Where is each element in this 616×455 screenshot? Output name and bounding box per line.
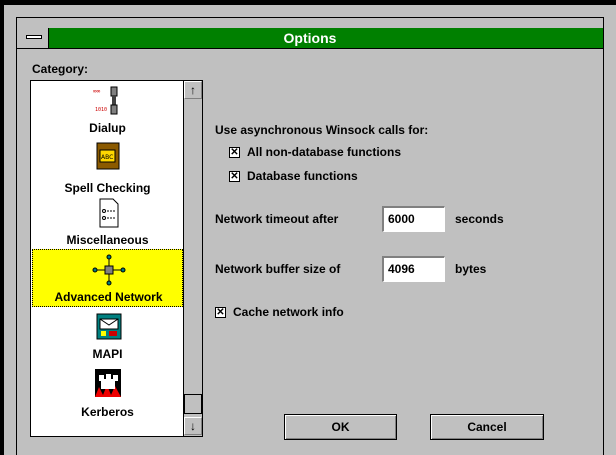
abc-book-icon: ABC bbox=[96, 142, 120, 170]
mapi-icon bbox=[96, 313, 122, 340]
category-label-kerberos: Kerberos bbox=[81, 405, 134, 419]
cancel-button[interactable]: Cancel bbox=[430, 414, 544, 440]
modem-icon: ∞∞ 1010 bbox=[93, 86, 118, 115]
system-menu-button[interactable] bbox=[17, 28, 49, 48]
buffer-input[interactable]: 4096 bbox=[382, 256, 445, 282]
title-bar[interactable]: Options bbox=[17, 28, 603, 49]
category-label-miscellaneous: Miscellaneous bbox=[66, 233, 149, 247]
system-menu-icon bbox=[26, 35, 42, 39]
document-icon bbox=[99, 198, 119, 228]
checkbox-all-non-database[interactable]: ✕ bbox=[229, 147, 240, 158]
option-all-non-database[interactable]: ✕ All non-database functions bbox=[229, 145, 469, 161]
category-item-miscellaneous[interactable]: Miscellaneous bbox=[32, 193, 183, 249]
option-all-non-database-label: All non-database functions bbox=[247, 145, 402, 159]
svg-text:ABC: ABC bbox=[101, 154, 113, 161]
svg-text:∞∞: ∞∞ bbox=[93, 88, 101, 95]
kerberos-dog-icon bbox=[95, 369, 121, 397]
category-label-dialup: Dialup bbox=[89, 121, 126, 135]
category-label-mapi: MAPI bbox=[92, 347, 123, 361]
buffer-label: Network buffer size of bbox=[215, 262, 341, 276]
arrow-up-icon: ↑ bbox=[190, 83, 196, 97]
category-label-advanced-network: Advanced Network bbox=[54, 290, 163, 304]
checkbox-cache-network-info[interactable]: ✕ bbox=[215, 307, 226, 318]
category-label: Category: bbox=[32, 62, 89, 76]
category-item-spell-checking[interactable]: ABC Spell Checking bbox=[32, 137, 183, 195]
option-database-functions[interactable]: ✕ Database functions bbox=[229, 169, 429, 185]
category-list[interactable]: ∞∞ 1010 Dialup ABC Spell Checking Miscel… bbox=[30, 80, 203, 437]
scroll-thumb[interactable] bbox=[184, 394, 202, 414]
category-item-advanced-network[interactable]: Advanced Network bbox=[32, 249, 183, 307]
arrow-down-icon: ↓ bbox=[190, 419, 196, 433]
scroll-down-button[interactable]: ↓ bbox=[184, 417, 202, 435]
checkbox-database-functions[interactable]: ✕ bbox=[229, 171, 240, 182]
option-cache-network-info[interactable]: ✕ Cache network info bbox=[215, 305, 415, 321]
winsock-heading: Use asynchronous Winsock calls for: bbox=[215, 123, 429, 137]
window-title: Options bbox=[283, 30, 337, 46]
category-scrollbar[interactable]: ↑ ↓ bbox=[183, 81, 202, 436]
svg-text:1010: 1010 bbox=[95, 107, 107, 113]
network-icon bbox=[92, 254, 126, 286]
option-database-functions-label: Database functions bbox=[247, 169, 358, 183]
buffer-unit: bytes bbox=[455, 262, 487, 276]
cache-network-info-label: Cache network info bbox=[233, 305, 344, 319]
ok-button[interactable]: OK bbox=[284, 414, 397, 440]
timeout-input[interactable]: 6000 bbox=[382, 206, 445, 232]
category-item-mapi[interactable]: MAPI bbox=[32, 307, 183, 363]
timeout-label: Network timeout after bbox=[215, 212, 339, 226]
category-item-kerberos[interactable]: Kerberos bbox=[32, 363, 183, 423]
scroll-up-button[interactable]: ↑ bbox=[184, 81, 202, 99]
category-item-dialup[interactable]: ∞∞ 1010 Dialup bbox=[32, 81, 183, 137]
timeout-unit: seconds bbox=[455, 212, 504, 226]
